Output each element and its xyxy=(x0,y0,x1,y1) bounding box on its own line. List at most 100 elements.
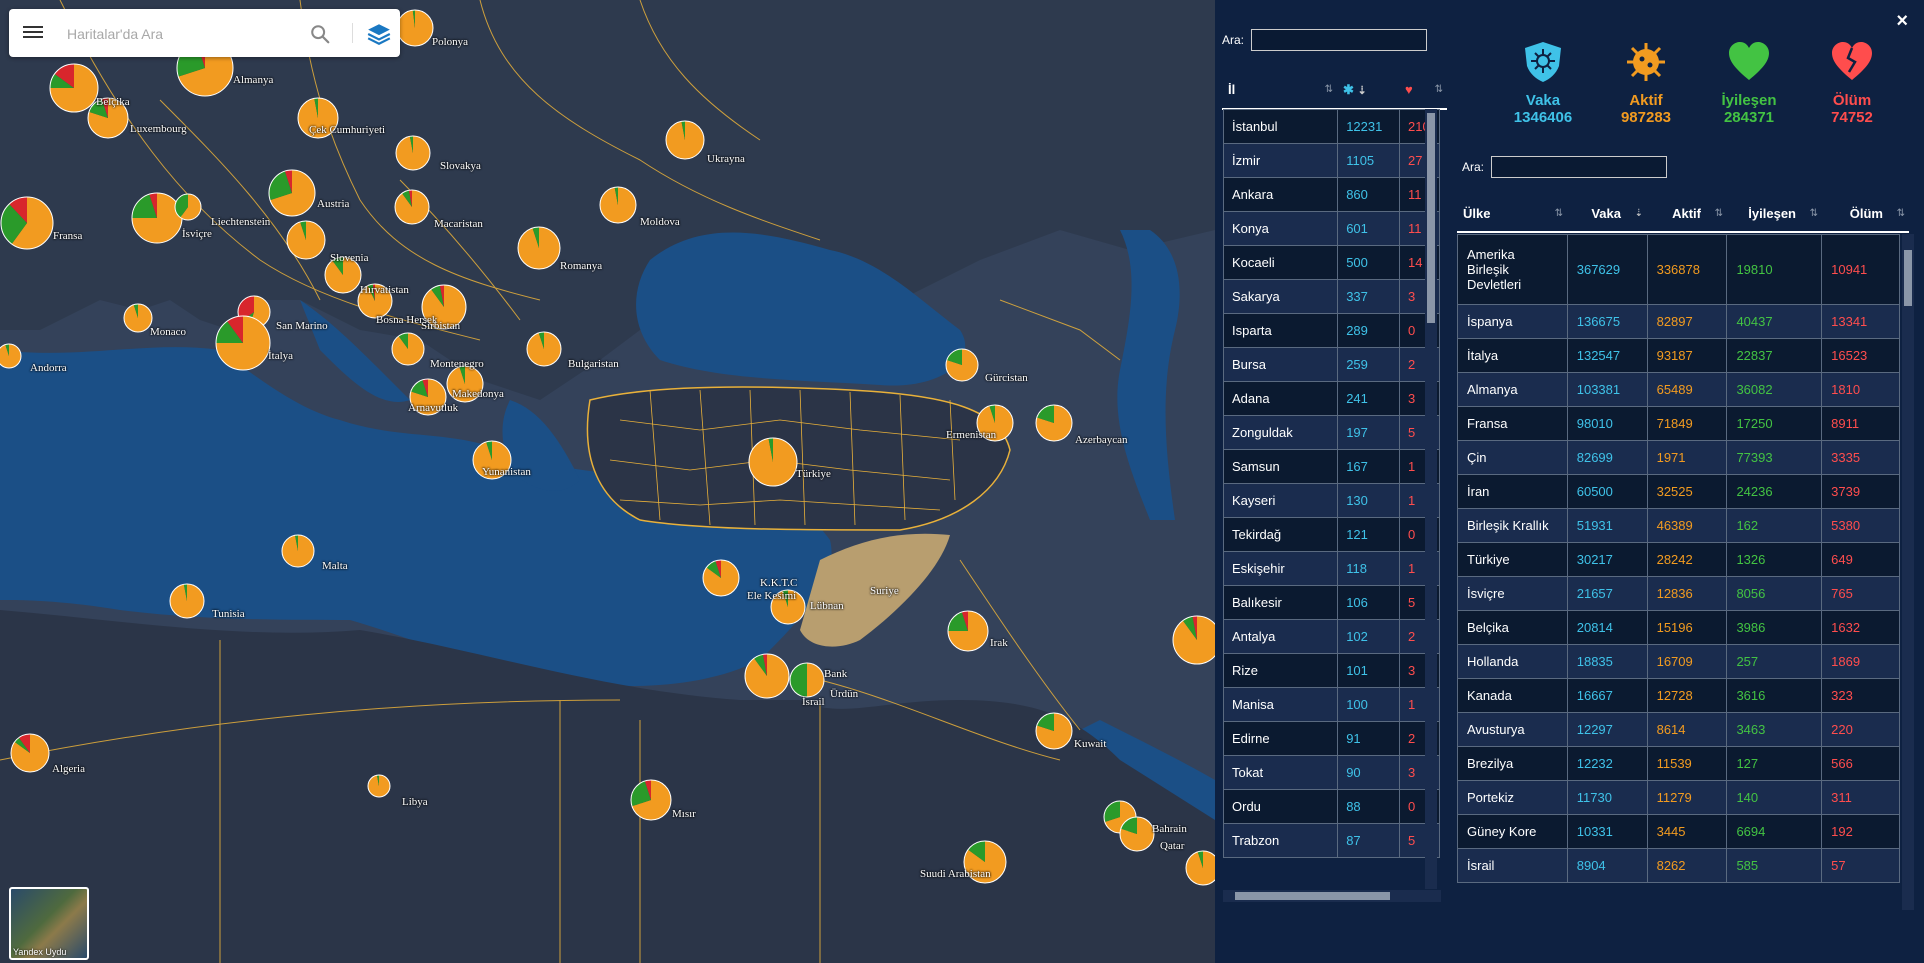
country-pie-marker[interactable] xyxy=(268,169,316,217)
close-button[interactable]: × xyxy=(1896,10,1908,33)
country-row[interactable]: Fransa 98010 71849 17250 8911 xyxy=(1457,406,1900,441)
province-row[interactable]: Eskişehir 118 1 xyxy=(1222,551,1440,586)
province-row[interactable]: Sakarya 337 3 xyxy=(1222,279,1440,314)
country-pie-marker[interactable] xyxy=(665,120,705,160)
country-pie-marker[interactable] xyxy=(1035,712,1073,750)
country-row[interactable]: İsviçre 21657 12836 8056 765 xyxy=(1457,576,1900,611)
country-pie-marker[interactable] xyxy=(945,348,979,382)
province-row[interactable]: Ordu 88 0 xyxy=(1222,789,1440,824)
province-row[interactable]: Kocaeli 500 14 xyxy=(1222,245,1440,280)
country-row[interactable]: İran 60500 32525 24236 3739 xyxy=(1457,474,1900,509)
country-pie-marker[interactable] xyxy=(123,303,153,333)
column-header-country[interactable]: Ülke ⇅ xyxy=(1457,196,1567,231)
country-table-scrollbar[interactable] xyxy=(1902,234,1914,910)
province-row[interactable]: Adana 241 3 xyxy=(1222,381,1440,416)
sort-icon[interactable]: ⇅ xyxy=(1810,208,1818,219)
country-row[interactable]: Almanya 103381 65489 36082 1810 xyxy=(1457,372,1900,407)
country-row[interactable]: İsrail 8904 8262 585 57 xyxy=(1457,848,1900,883)
country-pie-marker[interactable] xyxy=(599,186,637,224)
country-row[interactable]: Amerika Birleşik Devletleri 367629 336878 1… xyxy=(1457,234,1900,305)
province-row[interactable]: Zonguldak 197 5 xyxy=(1222,415,1440,450)
country-pie-marker[interactable] xyxy=(0,196,54,250)
country-pie-marker[interactable] xyxy=(1035,404,1073,442)
country-row[interactable]: İtalya 132547 93187 22837 16523 xyxy=(1457,338,1900,373)
country-pie-marker[interactable] xyxy=(526,331,562,367)
country-row[interactable]: Birleşik Krallık 51931 46389 162 5380 xyxy=(1457,508,1900,543)
country-pie-marker[interactable] xyxy=(174,193,202,221)
column-header-province[interactable]: İl ⇅ xyxy=(1222,72,1337,108)
country-row[interactable]: Brezilya 12232 11539 127 566 xyxy=(1457,746,1900,781)
country-pie-marker[interactable] xyxy=(630,779,672,821)
country-pie-marker[interactable] xyxy=(395,135,431,171)
province-table-scrollbar[interactable] xyxy=(1425,109,1437,889)
sort-icon[interactable]: ⇅ xyxy=(1435,84,1443,95)
map-type-thumbnail[interactable]: Yandex Uydu xyxy=(9,887,89,960)
country-pie-marker[interactable] xyxy=(789,662,825,698)
province-search-input[interactable] xyxy=(1251,29,1428,51)
map-view[interactable]: Polonya Almanya Luxembourg Belçika Çek Cumhu… xyxy=(0,0,1215,963)
country-pie-marker[interactable] xyxy=(215,315,271,371)
country-pie-marker[interactable] xyxy=(286,220,326,260)
province-row[interactable]: İzmir 1105 27 xyxy=(1222,143,1440,178)
country-row[interactable]: Güney Kore 10331 3445 6694 192 xyxy=(1457,814,1900,849)
country-pie-marker[interactable] xyxy=(1185,850,1215,886)
column-header-deaths[interactable]: ♥ ⇅ xyxy=(1399,72,1447,108)
country-row[interactable]: İspanya 136675 82897 40437 13341 xyxy=(1457,304,1900,339)
province-row[interactable]: Balıkesir 106 5 xyxy=(1222,585,1440,620)
country-row[interactable]: Belçika 20814 15196 3986 1632 xyxy=(1457,610,1900,645)
province-row[interactable]: Edirne 91 2 xyxy=(1222,721,1440,756)
country-row[interactable]: Türkiye 30217 28242 1326 649 xyxy=(1457,542,1900,577)
province-row[interactable]: Ankara 860 11 xyxy=(1222,177,1440,212)
province-row[interactable]: Rize 101 3 xyxy=(1222,653,1440,688)
province-row[interactable]: Manisa 100 1 xyxy=(1222,687,1440,722)
province-row[interactable]: İstanbul 12231 210 xyxy=(1222,109,1440,144)
country-row[interactable]: Hollanda 18835 16709 257 1869 xyxy=(1457,644,1900,679)
country-pie-marker[interactable] xyxy=(394,189,430,225)
country-row[interactable]: Kanada 16667 12728 3616 323 xyxy=(1457,678,1900,713)
province-row[interactable]: Kayseri 130 1 xyxy=(1222,483,1440,518)
country-pie-marker[interactable] xyxy=(396,9,434,47)
country-pie-marker[interactable] xyxy=(367,774,391,798)
country-pie-marker[interactable] xyxy=(1172,615,1215,665)
country-search-input[interactable] xyxy=(1491,156,1668,178)
province-row[interactable]: Trabzon 87 5 xyxy=(1222,823,1440,858)
scrollbar-thumb[interactable] xyxy=(1904,250,1912,306)
country-row[interactable]: Avusturya 12297 8614 3463 220 xyxy=(1457,712,1900,747)
sort-icon[interactable]: ⇅ xyxy=(1325,84,1333,95)
country-row[interactable]: Portekiz 11730 11279 140 311 xyxy=(1457,780,1900,815)
layers-icon[interactable] xyxy=(366,21,392,47)
search-icon[interactable] xyxy=(309,23,331,45)
map-search-input[interactable] xyxy=(65,22,299,46)
sort-desc-icon[interactable]: ⇣ xyxy=(1358,85,1367,97)
sort-desc-icon[interactable]: ⇣ xyxy=(1635,208,1643,219)
column-header-active[interactable]: Aktif ⇅ xyxy=(1647,196,1727,231)
province-row[interactable]: Samsun 167 1 xyxy=(1222,449,1440,484)
country-pie-marker[interactable] xyxy=(131,192,183,244)
column-header-deaths[interactable]: Ölüm ⇅ xyxy=(1822,196,1909,231)
province-row[interactable]: Tekirdağ 121 0 xyxy=(1222,517,1440,552)
country-pie-marker[interactable] xyxy=(748,437,798,487)
country-pie-marker[interactable] xyxy=(391,332,425,366)
column-header-cases[interactable]: ✱ ⇣ xyxy=(1337,72,1399,108)
menu-icon[interactable] xyxy=(23,23,43,43)
sort-icon[interactable]: ⇅ xyxy=(1715,208,1723,219)
country-pie-marker[interactable] xyxy=(0,343,22,369)
column-header-cases[interactable]: Vaka ⇣ xyxy=(1567,196,1647,231)
country-table-viewport[interactable]: Amerika Birleşik Devletleri 367629 336878 1… xyxy=(1457,234,1909,912)
country-pie-marker[interactable] xyxy=(281,534,315,568)
column-header-recovered[interactable]: İyileşen ⇅ xyxy=(1727,196,1822,231)
province-row[interactable]: Konya 601 11 xyxy=(1222,211,1440,246)
scrollbar-thumb[interactable] xyxy=(1235,892,1390,900)
sort-icon[interactable]: ⇅ xyxy=(1897,208,1905,219)
country-pie-marker[interactable] xyxy=(169,583,205,619)
province-row[interactable]: Antalya 102 2 xyxy=(1222,619,1440,654)
country-pie-marker[interactable] xyxy=(1119,816,1155,852)
sort-icon[interactable]: ⇅ xyxy=(1555,208,1563,219)
scrollbar-thumb[interactable] xyxy=(1427,113,1435,323)
country-pie-marker[interactable] xyxy=(947,610,989,652)
country-pie-marker[interactable] xyxy=(744,653,790,699)
satellite-map[interactable] xyxy=(0,0,1215,963)
province-row[interactable]: Bursa 259 2 xyxy=(1222,347,1440,382)
province-row[interactable]: Isparta 289 0 xyxy=(1222,313,1440,348)
country-pie-marker[interactable] xyxy=(517,226,561,270)
